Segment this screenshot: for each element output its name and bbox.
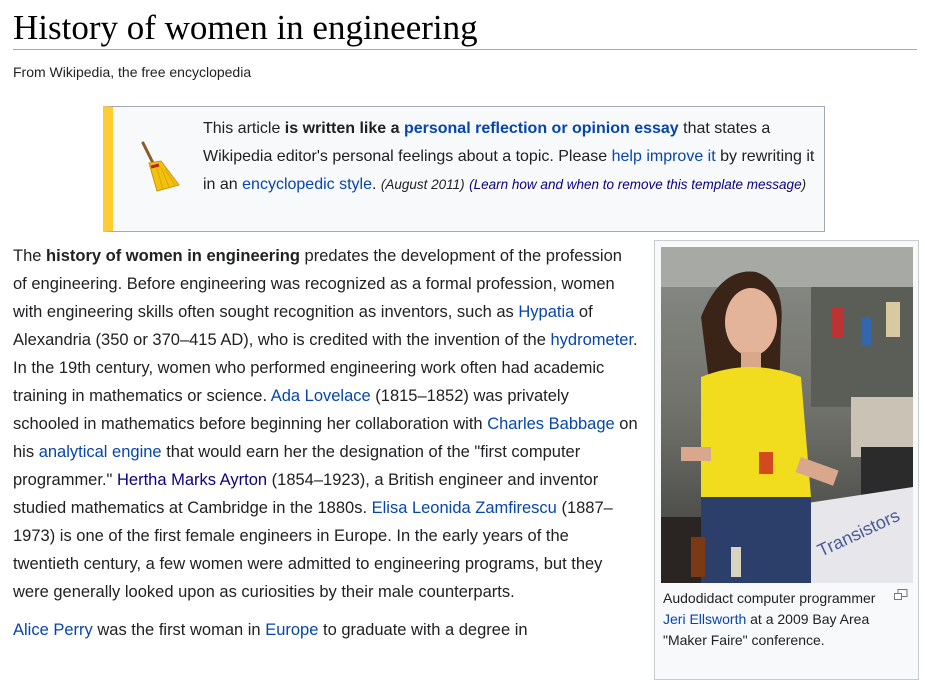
notice-text: This article is written like a personal …	[203, 115, 823, 199]
link-help-improve[interactable]: help improve it	[612, 148, 716, 165]
link-alice-perry[interactable]: Alice Perry	[13, 621, 93, 639]
link-charles-babbage[interactable]: Charles Babbage	[487, 415, 615, 433]
link-elisa-leonida-zamfirescu[interactable]: Elisa Leonida Zamfirescu	[372, 499, 557, 517]
link-hertha-marks-ayrton[interactable]: Hertha Marks Ayrton	[117, 471, 267, 489]
link-analytical-engine[interactable]: analytical engine	[39, 443, 162, 461]
link-personal-reflection[interactable]: personal reflection or opinion essay	[404, 120, 679, 137]
link-encyclopedic-style[interactable]: encyclopedic style	[242, 176, 372, 193]
article-body: The history of women in engineering pred…	[13, 242, 638, 654]
link-hypatia[interactable]: Hypatia	[518, 303, 574, 321]
article-paragraph: Alice Perry was the first woman in Europ…	[13, 621, 528, 639]
image-caption: Audodidact computer programmer Jeri Ells…	[663, 590, 876, 648]
title-divider	[13, 49, 917, 50]
link-ada-lovelace[interactable]: Ada Lovelace	[271, 387, 371, 405]
maker-faire-photo[interactable]: Transistors	[661, 247, 913, 583]
link-hydrometer[interactable]: hydrometer	[551, 331, 634, 349]
notice-bold-text: is written like a	[284, 120, 404, 137]
essay-notice-box: This article is written like a personal …	[103, 106, 825, 232]
notice-date: (August 2011)	[380, 177, 465, 192]
link-jeri-ellsworth[interactable]: Jeri Ellsworth	[663, 611, 746, 627]
image-thumbnail: Transistors Audodidact computer programm…	[654, 240, 919, 680]
link-europe[interactable]: Europe	[265, 621, 318, 639]
enlarge-icon[interactable]	[894, 588, 908, 600]
link-remove-template-message[interactable]: Learn how and when to remove this templa…	[474, 177, 802, 192]
bold-subject: history of women in engineering	[46, 247, 300, 265]
article-paragraph: The history of women in engineering pred…	[13, 247, 638, 601]
notice-text-part: This article	[203, 120, 285, 137]
notice-link-suffix: )	[801, 177, 807, 192]
page-title: History of women in engineering	[13, 8, 478, 47]
broom-icon	[135, 141, 183, 193]
notice-text-part: .	[371, 176, 381, 193]
site-tagline: From Wikipedia, the free encyclopedia	[13, 64, 252, 80]
